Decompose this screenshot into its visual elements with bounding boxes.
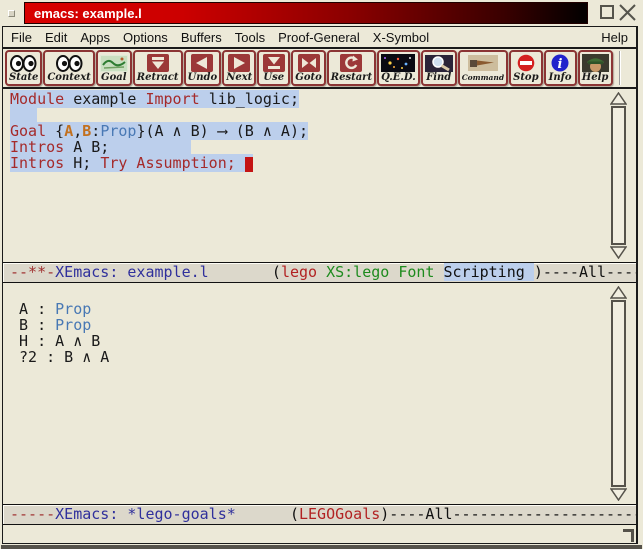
menu-apps[interactable]: Apps	[80, 30, 110, 45]
scrollbar-thumb[interactable]	[611, 300, 626, 487]
next-icon	[228, 54, 250, 72]
goals-scrollbar[interactable]	[608, 286, 629, 501]
goals-buffer-text: A : Prop B : Prop H : A ∧ B ?2 : B ∧ A	[10, 301, 602, 365]
info-icon: i	[550, 54, 570, 72]
emacs-frame: File Edit Apps Options Buffers Tools Proof-Gen…	[2, 26, 638, 544]
toolbar-label: Goto	[295, 72, 322, 84]
scroll-up-arrow[interactable]	[610, 286, 627, 299]
menu-edit[interactable]: Edit	[45, 30, 67, 45]
goto-icon	[298, 54, 320, 72]
undo-icon	[191, 54, 213, 72]
buffer-line	[10, 107, 602, 123]
script-buffer[interactable]: Module example Import lib_logic; Goal {A…	[3, 89, 636, 262]
toolbar-button-qed[interactable]: Q.E.D.	[377, 50, 420, 86]
toolbar-label: Next	[226, 72, 252, 84]
resize-grip-icon[interactable]	[623, 529, 634, 542]
close-button[interactable]	[618, 3, 637, 22]
minibuffer-echo-area[interactable]	[3, 525, 636, 543]
menu-help[interactable]: Help	[601, 30, 628, 45]
buffer-line: Intros A B;	[10, 139, 602, 155]
toolbar-label: Help	[582, 72, 609, 84]
buffer-line: H : A ∧ B	[10, 333, 602, 349]
svg-text:i: i	[558, 57, 563, 72]
window-title: emacs: example.l	[24, 2, 588, 24]
buffer-line: Goal {A,B:Prop}(A ∧ B) ⟶ (B ∧ A);	[10, 123, 602, 139]
toolbar-button-find[interactable]: Find	[421, 50, 457, 86]
script-scrollbar[interactable]	[608, 92, 629, 259]
toolbar-button-next[interactable]: Next	[222, 50, 256, 86]
menu-file[interactable]: File	[11, 30, 32, 45]
toolbar-label: Undo	[188, 72, 218, 84]
use-icon	[263, 54, 285, 72]
menu-options[interactable]: Options	[123, 30, 168, 45]
toolbar-button-undo[interactable]: Undo	[184, 50, 222, 86]
toolbar-label: Context	[47, 72, 90, 84]
buffer-line: A : Prop	[10, 301, 602, 317]
toolbar-buttons: State Context Goal Retract Undo Next Use Goto Re…	[5, 50, 614, 86]
toolbar-label: Goal	[101, 72, 127, 84]
buffer-line: ?2 : B ∧ A	[10, 349, 602, 365]
qed-picture-icon	[381, 54, 415, 72]
toolbar-label: Info	[549, 72, 572, 84]
eyes-icon	[10, 54, 37, 72]
toolbar-button-context[interactable]: Context	[43, 50, 94, 86]
eyes-icon	[56, 54, 83, 72]
script-buffer-text: Module example Import lib_logic; Goal {A…	[10, 91, 602, 171]
toolbar-button-state[interactable]: State	[5, 50, 42, 86]
toolbar-button-use[interactable]: Use	[257, 50, 290, 86]
toolbar-button-command[interactable]: Command	[458, 50, 508, 86]
toolbar-label: Retract	[137, 72, 179, 84]
menu-buffers[interactable]: Buffers	[181, 30, 222, 45]
toolbar-button-help[interactable]: Help	[578, 50, 613, 86]
toolbar-button-goto[interactable]: Goto	[291, 50, 326, 86]
toolbar-separator	[619, 51, 621, 85]
modeline-script[interactable]: --**-XEmacs: example.l (lego XS:lego Fon…	[3, 262, 636, 283]
menubar: File Edit Apps Options Buffers Tools Proof-Gen…	[3, 27, 636, 49]
goals-buffer[interactable]: A : Prop B : Prop H : A ∧ B ?2 : B ∧ A	[3, 283, 636, 504]
toolbar-label: Find	[426, 72, 451, 84]
scroll-down-arrow[interactable]	[610, 246, 627, 259]
toolbar-button-goal[interactable]: Goal	[96, 50, 132, 86]
find-icon	[425, 54, 453, 72]
toolbar-button-restart[interactable]: Restart	[327, 50, 376, 86]
text-cursor	[245, 157, 253, 172]
toolbar-label: Command	[462, 72, 504, 84]
toolbar-button-stop[interactable]: Stop	[509, 50, 543, 86]
window-bottom-border	[1, 545, 642, 549]
stop-icon	[516, 54, 536, 72]
buffer-line: B : Prop	[10, 317, 602, 333]
help-picture-icon	[582, 54, 609, 72]
scrollbar-thumb[interactable]	[611, 106, 626, 245]
menu-items: File Edit Apps Options Buffers Tools Proof-Gen…	[11, 30, 429, 45]
buffer-line: Intros H; Try Assumption;	[10, 155, 602, 171]
modeline-goals[interactable]: -----XEmacs: *lego-goals* (LEGOGoals)---…	[3, 504, 636, 525]
buffer-line: Module example Import lib_logic;	[10, 91, 602, 107]
maximize-button[interactable]	[600, 5, 614, 19]
toolbar: State Context Goal Retract Undo Next Use Goto Re…	[3, 49, 636, 89]
command-icon	[468, 54, 498, 72]
titlebar[interactable]: emacs: example.l	[0, 0, 643, 26]
toolbar-label: Restart	[331, 72, 372, 84]
menu-x-symbol[interactable]: X-Symbol	[373, 30, 429, 45]
toolbar-button-info[interactable]: iInfo	[544, 50, 577, 86]
toolbar-label: Use	[263, 72, 284, 84]
restart-icon	[340, 54, 362, 72]
menu-proof-general[interactable]: Proof-General	[278, 30, 360, 45]
menu-tools[interactable]: Tools	[235, 30, 265, 45]
close-icon	[618, 3, 637, 22]
window-menu-button[interactable]	[8, 10, 15, 17]
toolbar-label: Stop	[513, 72, 539, 84]
toolbar-label: State	[9, 72, 38, 84]
scroll-up-arrow[interactable]	[610, 92, 627, 105]
retract-icon	[147, 54, 169, 72]
toolbar-button-retract[interactable]: Retract	[133, 50, 183, 86]
scroll-down-arrow[interactable]	[610, 488, 627, 501]
goal-picture-icon	[100, 54, 128, 72]
toolbar-label: Q.E.D.	[381, 72, 416, 84]
